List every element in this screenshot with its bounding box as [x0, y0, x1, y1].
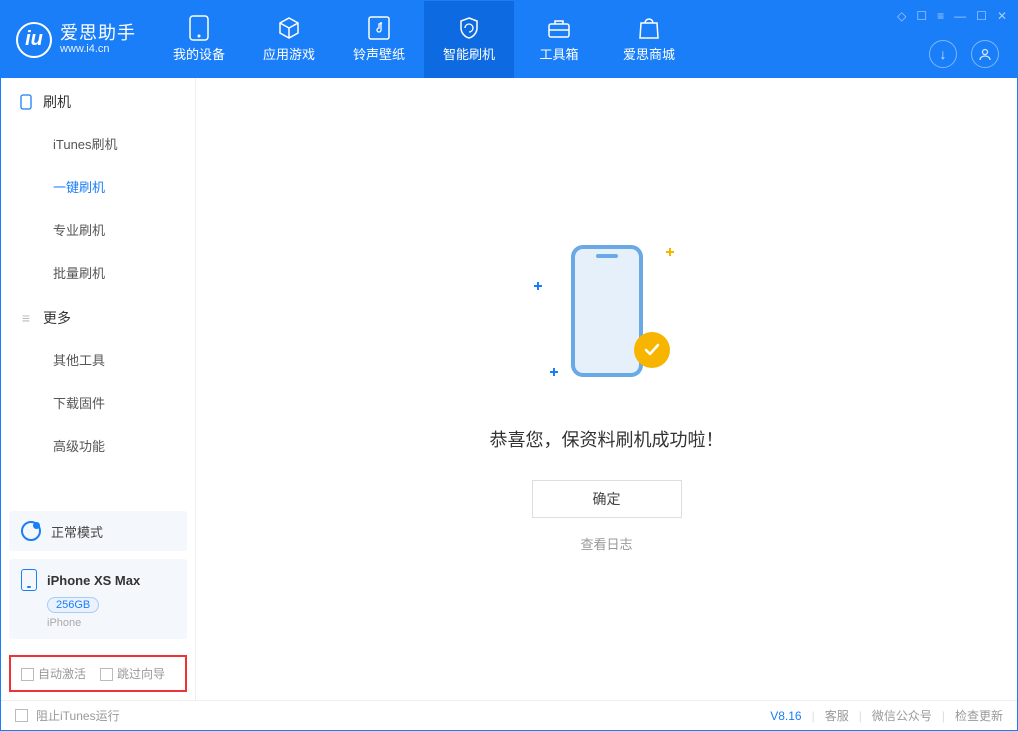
- sidebar-section-flash: 刷机: [1, 78, 195, 122]
- brand-url: www.i4.cn: [60, 43, 136, 55]
- nav-label: 应用游戏: [263, 44, 315, 63]
- view-log-link[interactable]: 查看日志: [580, 534, 632, 553]
- nav-label: 智能刷机: [443, 44, 495, 63]
- mode-icon: [21, 521, 41, 541]
- phone-illustration: [571, 245, 643, 377]
- sidebar-item-download-firmware[interactable]: 下载固件: [1, 381, 195, 424]
- main-content: 恭喜您，保资料刷机成功啦！ 确定 查看日志: [196, 78, 1017, 700]
- window-controls: ◇ ☐ ≡ — ☐ ✕: [897, 9, 1007, 23]
- success-message: 恭喜您，保资料刷机成功啦！: [490, 426, 724, 452]
- menu-icon[interactable]: ≡: [937, 9, 944, 23]
- bag-icon: [637, 16, 661, 40]
- nav-label: 爱思商城: [623, 44, 675, 63]
- maximize-icon[interactable]: ☐: [976, 9, 987, 23]
- nav-store[interactable]: 爱思商城: [604, 1, 694, 78]
- sidebar-item-itunes-flash[interactable]: iTunes刷机: [1, 122, 195, 165]
- sidebar-list-more: 其他工具 下载固件 高级功能: [1, 338, 195, 467]
- device-mode-box[interactable]: 正常模式: [9, 511, 187, 551]
- success-illustration: [522, 226, 692, 396]
- sparkle-icon: [666, 248, 674, 256]
- device-type: iPhone: [47, 617, 175, 629]
- list-icon: ≡: [19, 311, 33, 325]
- logo-area: iu 爱思助手 www.i4.cn: [1, 1, 154, 78]
- nav-label: 我的设备: [173, 44, 225, 63]
- sparkle-icon: [534, 282, 542, 290]
- feedback-icon[interactable]: ☐: [916, 9, 927, 23]
- ok-button[interactable]: 确定: [532, 480, 682, 518]
- check-badge-icon: [634, 332, 670, 368]
- nav-ringtone-wallpaper[interactable]: 铃声壁纸: [334, 1, 424, 78]
- device-name: iPhone XS Max: [47, 573, 140, 588]
- footer-bar: 阻止iTunes运行 V8.16 | 客服 | 微信公众号 | 检查更新: [1, 700, 1017, 730]
- nav-label: 铃声壁纸: [353, 44, 405, 63]
- cube-icon: [277, 16, 301, 40]
- footer-support-link[interactable]: 客服: [825, 707, 849, 724]
- checkbox-block-itunes[interactable]: 阻止iTunes运行: [15, 707, 120, 724]
- music-file-icon: [367, 16, 391, 40]
- body-area: 刷机 iTunes刷机 一键刷机 专业刷机 批量刷机 ≡ 更多 其他工具 下载固…: [1, 78, 1017, 700]
- shield-refresh-icon: [457, 16, 481, 40]
- footer-wechat-link[interactable]: 微信公众号: [872, 707, 932, 724]
- checkbox-skip-guide[interactable]: 跳过向导: [100, 665, 165, 682]
- nav-toolbox[interactable]: 工具箱: [514, 1, 604, 78]
- toolbox-icon: [547, 16, 571, 40]
- section-title: 更多: [43, 308, 71, 328]
- skin-icon[interactable]: ◇: [897, 9, 906, 23]
- bottom-options-highlighted: 自动激活 跳过向导: [9, 655, 187, 692]
- nav-smart-flash[interactable]: 智能刷机: [424, 1, 514, 78]
- sidebar-item-oneclick-flash[interactable]: 一键刷机: [1, 165, 195, 208]
- device-phone-icon: [21, 569, 37, 591]
- mode-label: 正常模式: [51, 522, 103, 541]
- checkbox-auto-activate[interactable]: 自动激活: [21, 665, 86, 682]
- logo-icon: iu: [16, 22, 52, 58]
- app-header: iu 爱思助手 www.i4.cn 我的设备 应用游戏 铃声壁纸 智能刷机 工具…: [1, 1, 1017, 78]
- nav-label: 工具箱: [539, 44, 578, 63]
- nav-apps-games[interactable]: 应用游戏: [244, 1, 334, 78]
- header-actions: ↓: [929, 40, 999, 68]
- sparkle-icon: [550, 368, 558, 376]
- sidebar-item-advanced[interactable]: 高级功能: [1, 424, 195, 467]
- device-storage-badge: 256GB: [47, 597, 99, 613]
- logo-text: 爱思助手 www.i4.cn: [60, 24, 136, 56]
- sidebar: 刷机 iTunes刷机 一键刷机 专业刷机 批量刷机 ≡ 更多 其他工具 下载固…: [1, 78, 196, 700]
- sidebar-item-batch-flash[interactable]: 批量刷机: [1, 251, 195, 294]
- close-icon[interactable]: ✕: [997, 9, 1007, 23]
- top-nav: 我的设备 应用游戏 铃声壁纸 智能刷机 工具箱 爱思商城: [154, 1, 694, 78]
- phone-small-icon: [19, 95, 33, 109]
- device-info-box[interactable]: iPhone XS Max 256GB iPhone: [9, 559, 187, 639]
- download-icon[interactable]: ↓: [929, 40, 957, 68]
- footer-check-update-link[interactable]: 检查更新: [955, 707, 1003, 724]
- user-icon[interactable]: [971, 40, 999, 68]
- brand-name: 爱思助手: [60, 24, 136, 44]
- sidebar-section-more: ≡ 更多: [1, 294, 195, 338]
- sidebar-item-other-tools[interactable]: 其他工具: [1, 338, 195, 381]
- minimize-icon[interactable]: —: [954, 9, 966, 23]
- sidebar-list-flash: iTunes刷机 一键刷机 专业刷机 批量刷机: [1, 122, 195, 294]
- sidebar-item-pro-flash[interactable]: 专业刷机: [1, 208, 195, 251]
- section-title: 刷机: [43, 92, 71, 112]
- version-label: V8.16: [770, 709, 801, 723]
- nav-my-device[interactable]: 我的设备: [154, 1, 244, 78]
- device-icon: [187, 16, 211, 40]
